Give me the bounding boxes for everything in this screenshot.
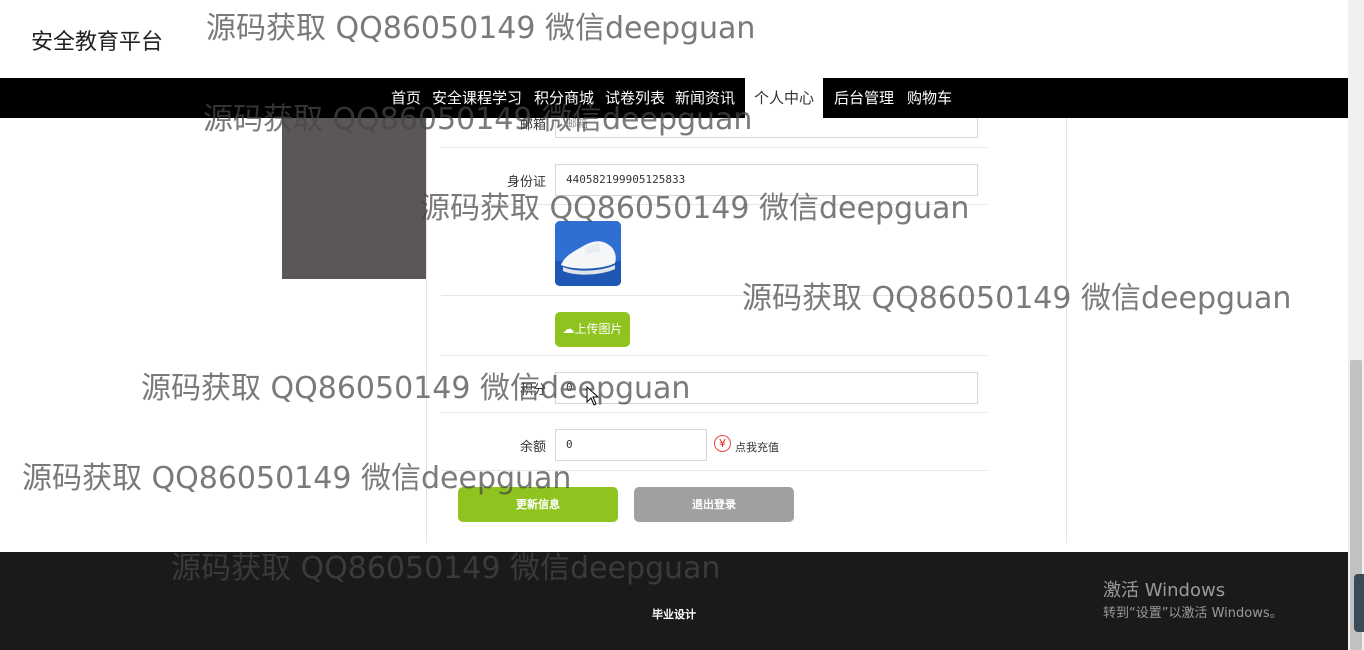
main-navbar: 首页 安全课程学习 积分商城 试卷列表 新闻资讯 个人中心 后台管理 购物车 [0, 78, 1348, 118]
balance-label: 余额 [519, 440, 546, 455]
taskbar-edge [1354, 574, 1364, 632]
sidebar-avatar-block [282, 118, 426, 279]
nav-news[interactable]: 新闻资讯 [675, 78, 735, 118]
upload-image-label: 上传图片 [574, 322, 623, 336]
logout-button[interactable]: 退出登录 [634, 487, 794, 522]
site-title[interactable]: 安全教育平台 [31, 24, 163, 56]
points-label: 积分 [519, 383, 546, 398]
windows-activation-subtitle: 转到“设置”以激活 Windows。 [1103, 606, 1283, 621]
points-input[interactable]: 0 [555, 372, 978, 404]
nav-cart[interactable]: 购物车 [907, 78, 952, 118]
id-card-label: 身份证 [506, 175, 546, 190]
nav-points-mall[interactable]: 积分商城 [534, 78, 594, 118]
update-info-button[interactable]: 更新信息 [458, 487, 618, 522]
site-header: 安全教育平台 [0, 0, 1348, 78]
nav-home[interactable]: 首页 [391, 78, 421, 118]
recharge-link[interactable]: 点我充值 [735, 439, 779, 455]
nav-admin[interactable]: 后台管理 [834, 78, 894, 118]
upload-row [441, 296, 987, 356]
yuan-icon[interactable]: ¥ [714, 435, 731, 452]
nav-safety-courses[interactable]: 安全课程学习 [432, 78, 522, 118]
sneaker-photo-icon [555, 221, 621, 286]
id-card-input[interactable]: 440582199905125833 [555, 164, 978, 196]
mouse-cursor-icon [586, 386, 600, 406]
balance-input[interactable]: 0 [555, 429, 707, 461]
photo-row [441, 205, 987, 296]
cloud-upload-icon: ☁ [562, 322, 575, 336]
page-scrollbar[interactable] [1348, 0, 1364, 650]
upload-image-button[interactable]: ☁上传图片 [555, 312, 630, 347]
nav-personal-center[interactable]: 个人中心 [745, 78, 824, 118]
footer-text: 毕业设计 [652, 608, 696, 621]
windows-activation-title: 激活 Windows [1103, 580, 1226, 601]
nav-exam-list[interactable]: 试卷列表 [605, 78, 665, 118]
profile-photo-thumbnail [555, 221, 621, 286]
email-input[interactable]: 邮箱 [555, 118, 978, 138]
